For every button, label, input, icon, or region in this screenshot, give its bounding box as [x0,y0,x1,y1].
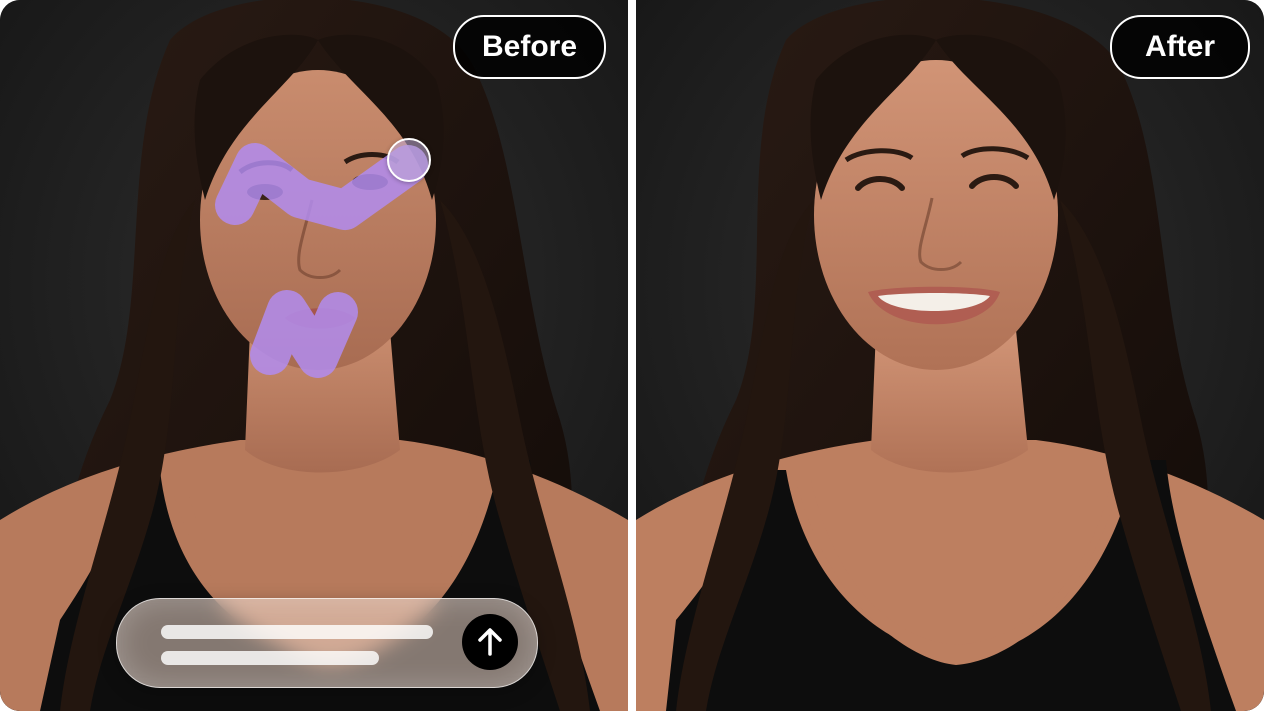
after-photo [636,0,1264,711]
before-label: Before [453,15,606,79]
before-after-comparison: Before After [0,0,1264,711]
brush-cursor[interactable] [387,138,431,182]
prompt-bar[interactable] [116,598,538,688]
send-button[interactable] [462,614,518,670]
prompt-placeholder-line-1 [161,625,433,639]
arrow-up-icon [478,628,502,656]
before-panel: Before [0,0,628,711]
prompt-placeholder-line-2 [161,651,379,665]
after-label: After [1110,15,1250,79]
after-panel: After [636,0,1264,711]
